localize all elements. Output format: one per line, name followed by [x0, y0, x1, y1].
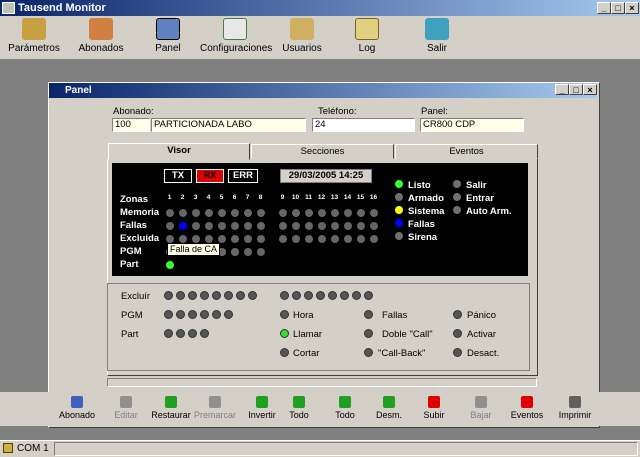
partition-button[interactable]: [176, 329, 185, 338]
toolbar-action-icon: [428, 396, 440, 408]
command-button[interactable]: [280, 310, 289, 319]
exclude-zone-button[interactable]: [304, 291, 313, 300]
activar-label: Activar: [467, 329, 497, 340]
cortar-label: Cortar: [293, 348, 320, 359]
exclude-zone-button[interactable]: [280, 291, 289, 300]
bottom-toolbar-desm-button[interactable]: Desm.: [370, 396, 408, 420]
command-button[interactable]: [280, 329, 289, 338]
bottom-toolbar-eventos-button[interactable]: Eventos: [502, 396, 552, 420]
call-back-label: "Call-Back": [378, 348, 426, 359]
pgm-button[interactable]: [164, 310, 173, 319]
toolbar-action-icon: [120, 396, 132, 408]
toolbar-action-icon: [165, 396, 177, 408]
exclude-zone-button[interactable]: [340, 291, 349, 300]
pgm-button[interactable]: [200, 310, 209, 319]
bottom-toolbar-imprimir-button[interactable]: Imprimir: [547, 396, 603, 420]
pgm-button[interactable]: [224, 310, 233, 319]
toolbar-action-icon: [209, 396, 221, 408]
exclude-zone-button[interactable]: [236, 291, 245, 300]
bottom-toolbar-label: Editar: [114, 410, 138, 420]
exclude-zone-button[interactable]: [224, 291, 233, 300]
bottom-toolbar-label: Imprimir: [558, 410, 592, 420]
exclude-zone-button[interactable]: [328, 291, 337, 300]
exclude-zone-button[interactable]: [212, 291, 221, 300]
bottom-toolbar-label: Bajar: [470, 410, 492, 420]
partition-button[interactable]: [188, 329, 197, 338]
port-status: COM 1: [17, 443, 49, 454]
bottom-toolbar-label: Todo: [335, 410, 355, 420]
port-icon: [3, 443, 13, 453]
exclude-zone-button[interactable]: [164, 291, 173, 300]
toolbar-action-icon: [339, 396, 351, 408]
hora-label: Hora: [293, 310, 314, 321]
pgm-button[interactable]: [188, 310, 197, 319]
command-button[interactable]: [364, 310, 373, 319]
command-button[interactable]: [453, 310, 462, 319]
status-bar: COM 1: [0, 440, 640, 457]
bottom-toolbar-label: Invertir: [248, 410, 276, 420]
toolbar-action-icon: [475, 396, 487, 408]
llamar-label: Llamar: [293, 329, 323, 340]
partition-button[interactable]: [164, 329, 173, 338]
bottom-toolbar-todo-button[interactable]: Todo: [283, 396, 315, 420]
command-button[interactable]: [453, 329, 462, 338]
exclude-zone-button[interactable]: [364, 291, 373, 300]
exclude-zone-button[interactable]: [248, 291, 257, 300]
exclude-zone-button[interactable]: [188, 291, 197, 300]
doble-call-label: Doble "Call": [382, 329, 433, 340]
exclude-zone-button[interactable]: [292, 291, 301, 300]
toolbar-action-icon: [569, 396, 581, 408]
exclude-zone-button[interactable]: [200, 291, 209, 300]
toolbar-action-icon: [71, 396, 83, 408]
control-led-buttons[interactable]: [0, 0, 640, 457]
bottom-toolbar-label: Desm.: [375, 410, 402, 420]
bottom-toolbar-label: Eventos: [510, 410, 544, 420]
progress-bar: [107, 378, 537, 387]
exclude-zone-button[interactable]: [176, 291, 185, 300]
desact-label: Desact.: [467, 348, 500, 359]
toolbar-action-icon: [383, 396, 395, 408]
command-button[interactable]: [280, 348, 289, 357]
status-panel: [54, 442, 638, 456]
toolbar-action-icon: [293, 396, 305, 408]
command-button[interactable]: [364, 329, 373, 338]
toolbar-action-icon: [521, 396, 533, 408]
bottom-toolbar-label: Subir: [423, 410, 445, 420]
bottom-toolbar-invertir-button[interactable]: Invertir: [234, 396, 290, 420]
bottom-toolbar-label: Todo: [289, 410, 309, 420]
bottom-toolbar-label: Abonado: [58, 410, 96, 420]
panico-label: Pánico: [467, 310, 497, 321]
exclude-zone-button[interactable]: [352, 291, 361, 300]
fallas-label: Fallas: [382, 310, 408, 321]
bottom-toolbar-todo-button[interactable]: Todo: [329, 396, 361, 420]
toolbar-action-icon: [256, 396, 268, 408]
pgm-button[interactable]: [176, 310, 185, 319]
partition-button[interactable]: [200, 329, 209, 338]
bottom-toolbar-abonado-button[interactable]: Abonado: [52, 396, 102, 420]
bottom-toolbar-subir-button[interactable]: Subir: [415, 396, 453, 420]
bottom-toolbar-bajar-button[interactable]: Bajar: [462, 396, 500, 420]
command-button[interactable]: [453, 348, 462, 357]
command-button[interactable]: [364, 348, 373, 357]
bottom-toolbar-label: Premarcar: [193, 410, 236, 420]
pgm-button[interactable]: [212, 310, 221, 319]
exclude-zone-button[interactable]: [316, 291, 325, 300]
